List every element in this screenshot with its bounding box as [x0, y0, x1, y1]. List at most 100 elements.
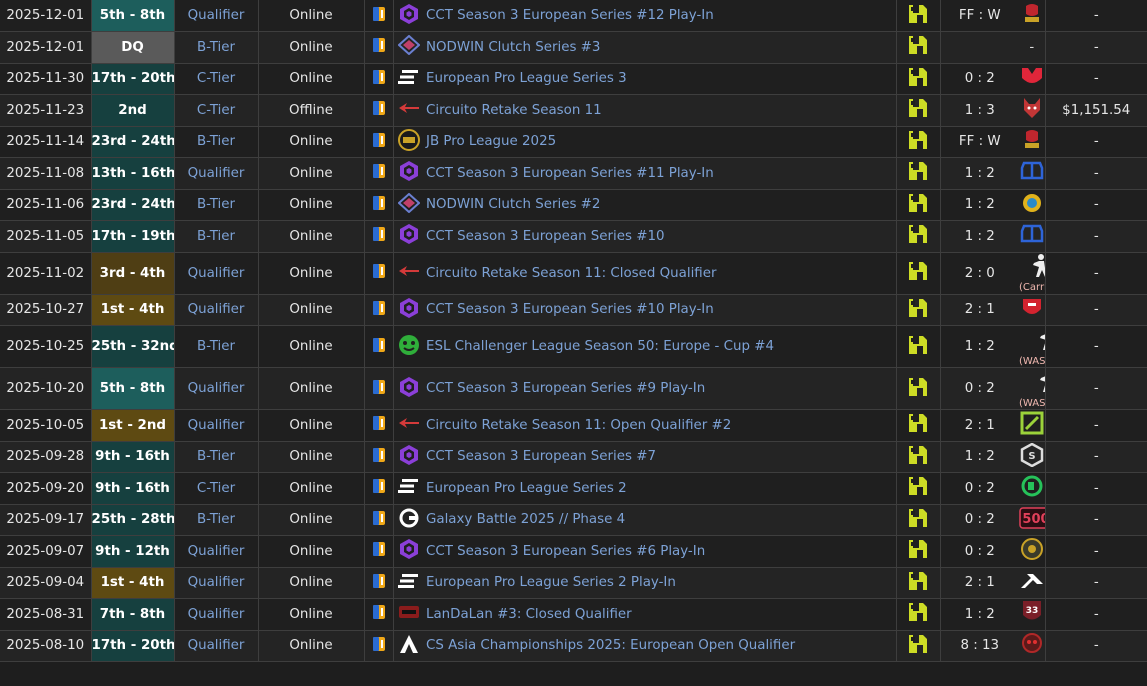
team-logo-cell[interactable] — [896, 63, 941, 95]
tier-cell[interactable]: B-Tier — [174, 504, 259, 536]
game-cell[interactable] — [364, 535, 394, 568]
tournament-cell[interactable]: Circuito Retake Season 11: Closed Qualif… — [424, 252, 897, 295]
team-logo-cell[interactable] — [896, 504, 941, 536]
score-cell[interactable]: 2 : 1 — [940, 294, 1019, 326]
tier-cell[interactable]: Qualifier — [174, 535, 259, 568]
game-cell[interactable] — [364, 252, 394, 295]
jb-pro-league-icon[interactable] — [397, 128, 420, 155]
team-logo-cell[interactable] — [896, 220, 941, 253]
tournament-logo-cell[interactable] — [393, 31, 424, 64]
tier-link[interactable]: Qualifier — [188, 607, 245, 622]
tournament-logo-cell[interactable] — [393, 535, 424, 568]
opponent-logo[interactable] — [1021, 632, 1043, 659]
mouz-logo-icon[interactable] — [1020, 66, 1044, 91]
counter-strike-player-icon[interactable] — [1036, 368, 1044, 397]
tier-cell[interactable]: B-Tier — [174, 189, 259, 221]
opponent-cell[interactable] — [1019, 630, 1046, 662]
opponent-cell[interactable] — [1019, 220, 1046, 253]
tournament-link[interactable]: NODWIN Clutch Series #3 — [426, 40, 600, 55]
team-logo-cell[interactable] — [896, 189, 941, 221]
tier-link[interactable]: B-Tier — [197, 229, 235, 244]
team-logo-icon[interactable] — [906, 474, 930, 502]
counter-strike-game-icon[interactable] — [372, 478, 386, 498]
tier-cell[interactable]: C-Tier — [174, 94, 259, 127]
opponent-logo[interactable]: (Carrito) — [1019, 253, 1044, 293]
tier-link[interactable]: B-Tier — [197, 449, 235, 464]
counter-strike-game-icon[interactable] — [372, 6, 386, 26]
green-square-logo-icon[interactable] — [1020, 411, 1044, 438]
game-cell[interactable] — [364, 0, 394, 32]
tier-cell[interactable]: C-Tier — [174, 63, 259, 95]
game-cell[interactable] — [364, 294, 394, 326]
score-link[interactable]: 1 : 2 — [965, 339, 995, 354]
team-logo-cell[interactable] — [896, 0, 941, 32]
tournament-link[interactable]: ESL Challenger League Season 50: Europe … — [426, 339, 774, 354]
tournament-logo-cell[interactable] — [393, 630, 424, 662]
tournament-cell[interactable]: CCT Season 3 European Series #12 Play-In — [424, 0, 897, 32]
opponent-logo[interactable] — [1020, 2, 1044, 29]
tier-link[interactable]: Qualifier — [188, 575, 245, 590]
tournament-logo-cell[interactable] — [393, 441, 424, 473]
counter-strike-game-icon[interactable] — [372, 573, 386, 593]
tournament-cell[interactable]: Galaxy Battle 2025 // Phase 4 — [424, 504, 897, 536]
tier-link[interactable]: B-Tier — [197, 134, 235, 149]
tier-link[interactable]: C-Tier — [197, 103, 235, 118]
tier-link[interactable]: C-Tier — [197, 481, 235, 496]
score-cell[interactable]: FF : W — [940, 0, 1019, 32]
tournament-logo-cell[interactable] — [393, 252, 424, 295]
opponent-logo[interactable] — [1020, 223, 1044, 248]
opponent-logo[interactable]: - — [1029, 40, 1034, 54]
opponent-logo[interactable]: S — [1020, 442, 1044, 470]
epl-icon[interactable] — [397, 69, 420, 89]
opponent-cell[interactable]: (WASHING) — [1019, 367, 1046, 410]
score-link[interactable]: 2 : 1 — [965, 418, 995, 433]
opponent-logo[interactable]: 33 — [1021, 599, 1043, 628]
tournament-cell[interactable]: CCT Season 3 European Series #9 Play-In — [424, 367, 897, 410]
game-cell[interactable] — [364, 31, 394, 64]
tournament-link[interactable]: LanDaLan #3: Closed Qualifier — [426, 607, 632, 622]
tier-link[interactable]: Qualifier — [188, 8, 245, 23]
game-cell[interactable] — [364, 598, 394, 631]
game-cell[interactable] — [364, 567, 394, 599]
tournament-link[interactable]: CCT Season 3 European Series #10 — [426, 229, 665, 244]
opponent-cell[interactable]: (Carrito) — [1019, 252, 1046, 295]
team-logo-cell[interactable] — [896, 367, 941, 410]
game-cell[interactable] — [364, 189, 394, 221]
game-cell[interactable] — [364, 630, 394, 662]
counter-strike-game-icon[interactable] — [372, 263, 386, 283]
tournament-cell[interactable]: CCT Season 3 European Series #11 Play-In — [424, 157, 897, 190]
tier-cell[interactable]: Qualifier — [174, 157, 259, 190]
counter-strike-game-icon[interactable] — [372, 510, 386, 530]
cct-icon[interactable] — [399, 376, 419, 402]
score-link[interactable]: FF : W — [959, 8, 1001, 23]
tournament-cell[interactable]: JB Pro League 2025 — [424, 126, 897, 158]
tournament-link[interactable]: JB Pro League 2025 — [426, 134, 556, 149]
cct-icon[interactable] — [399, 538, 419, 564]
score-link[interactable]: 8 : 13 — [960, 638, 999, 653]
team-logo-cell[interactable] — [896, 409, 941, 442]
score-cell[interactable]: 2 : 1 — [940, 567, 1019, 599]
team-logo-cell[interactable] — [896, 94, 941, 127]
tournament-cell[interactable]: NODWIN Clutch Series #3 — [424, 31, 897, 64]
team-logo-cell[interactable] — [896, 157, 941, 190]
tier-link[interactable]: B-Tier — [197, 40, 235, 55]
team-logo-icon[interactable] — [906, 222, 930, 250]
team-logo-cell[interactable] — [896, 294, 941, 326]
tournament-cell[interactable]: European Pro League Series 2 — [424, 472, 897, 505]
nodwin-icon[interactable] — [397, 192, 421, 217]
game-cell[interactable] — [364, 325, 394, 368]
tier-link[interactable]: B-Tier — [197, 512, 235, 527]
score-link[interactable]: 1 : 2 — [965, 197, 995, 212]
score-cell[interactable]: 1 : 2 — [940, 598, 1019, 631]
opponent-cell[interactable] — [1019, 294, 1046, 326]
blue-team-logo-icon[interactable] — [1020, 160, 1044, 185]
500-logo-icon[interactable]: 500 — [1019, 507, 1044, 532]
hex-cs-logo-icon[interactable]: S — [1020, 442, 1044, 470]
score-cell[interactable]: 0 : 2 — [940, 504, 1019, 536]
team-logo-icon[interactable] — [906, 128, 930, 156]
tournament-logo-cell[interactable] — [393, 409, 424, 442]
tier-cell[interactable]: B-Tier — [174, 126, 259, 158]
retake-icon[interactable] — [398, 417, 420, 433]
opponent-logo[interactable]: (WASHING) — [1019, 326, 1044, 366]
tier-cell[interactable]: B-Tier — [174, 220, 259, 253]
